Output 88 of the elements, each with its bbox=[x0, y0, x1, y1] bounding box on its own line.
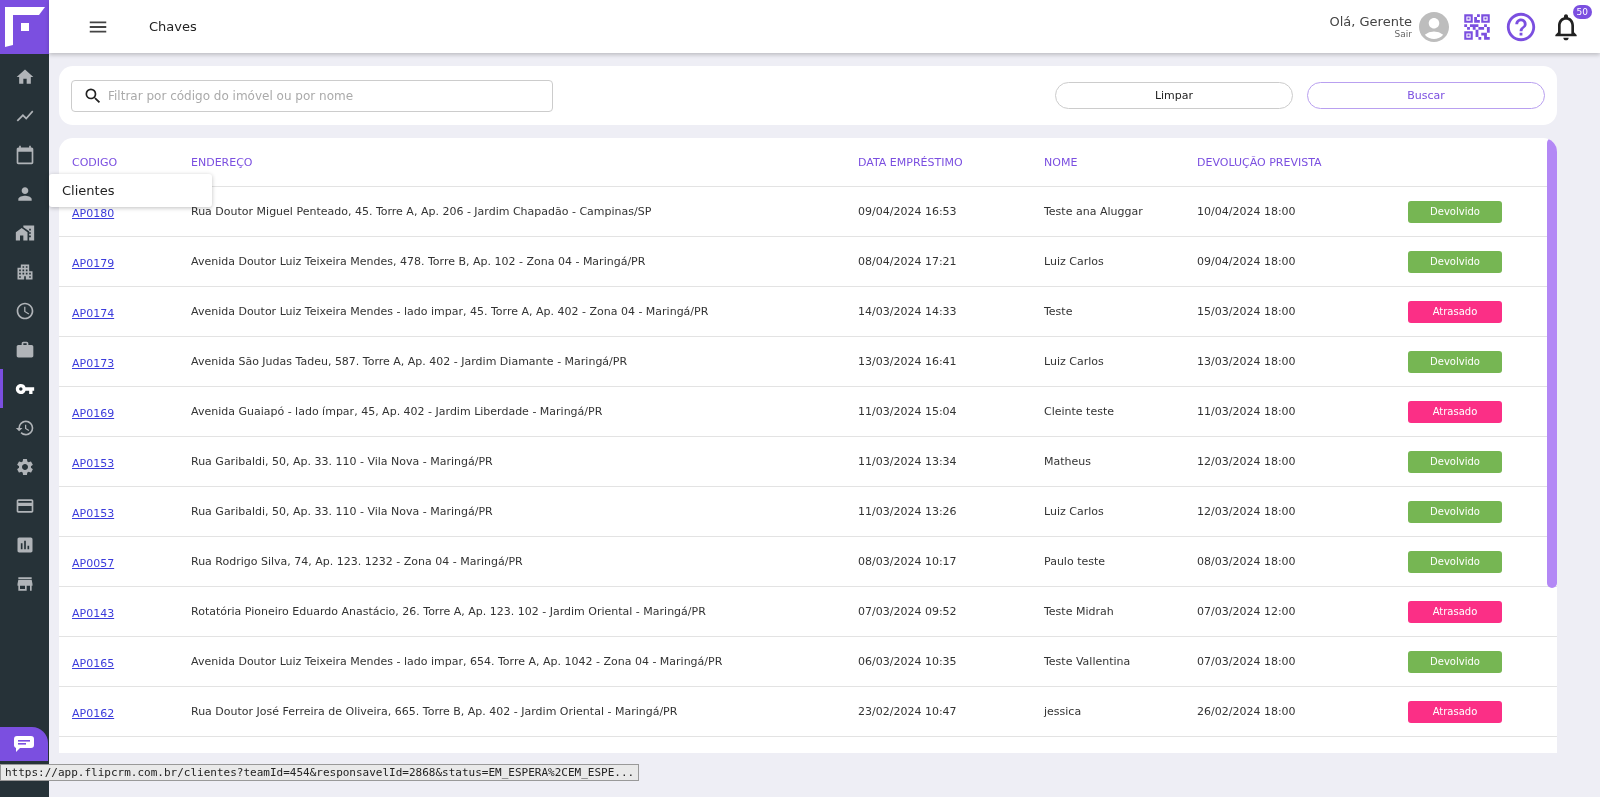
address-cell-text: Rotatória Pioneiro Eduardo Anastácio, 26. Torre A, Ap. 123. 102 - Jardim Oriental - Maringá/PR bbox=[191, 605, 707, 618]
address-cell-text: Avenida Doutor Luiz Teixeira Mendes - lado impar, 45. Torre A, Ap. 402 - Zona 04 - Maringá/PR bbox=[191, 305, 710, 318]
code-link[interactable]: AP0153 bbox=[72, 507, 115, 520]
code-link[interactable]: AP0165 bbox=[72, 657, 115, 670]
search-field[interactable]: Filtrar por código do imóvel ou por nome bbox=[71, 79, 553, 112]
name-cell-text: Luiz Carlos bbox=[1044, 505, 1105, 518]
address-cell-text: Avenida Doutor Luiz Teixeira Mendes - lado impar, 654. Torre A, Ap. 1042 - Zona 04 - Maringá/PR bbox=[191, 655, 724, 668]
name-cell-text: Paulo teste bbox=[1044, 555, 1107, 568]
date-cell-text: 14/03/2024 14:33 bbox=[858, 305, 958, 318]
date-cell-text: 13/03/2024 16:41 bbox=[858, 355, 958, 368]
date-cell-text: 06/03/2024 10:35 bbox=[858, 655, 958, 668]
date-cell-text: 07/03/2024 18:00 bbox=[1197, 655, 1297, 668]
code-link[interactable]: AP0174 bbox=[72, 307, 115, 320]
date-cell-text: 11/03/2024 15:04 bbox=[858, 405, 958, 418]
name-cell-text: Teste ana Aluggar bbox=[1044, 205, 1144, 218]
date-cell-text: 07/03/2024 09:52 bbox=[858, 605, 958, 618]
search-button[interactable]: Buscar bbox=[1307, 82, 1545, 109]
logo-icon bbox=[4, 7, 45, 47]
column-header: DATA EMPRÉSTIMO bbox=[858, 155, 964, 169]
date-cell-text: 15/03/2024 18:00 bbox=[1197, 305, 1297, 318]
status-badge: Devolvido bbox=[1408, 650, 1502, 673]
status-badge: Devolvido bbox=[1408, 450, 1502, 473]
name-cell-text: Luiz Carlos bbox=[1044, 255, 1105, 268]
page-title: Chaves bbox=[149, 19, 198, 34]
settings-icon bbox=[14, 456, 35, 477]
date-cell-text: 08/03/2024 10:17 bbox=[858, 555, 958, 568]
clear-button[interactable]: Limpar bbox=[1055, 82, 1293, 109]
greeting: Olá, Gerente bbox=[1329, 14, 1412, 29]
logout-link[interactable]: Sair bbox=[1394, 29, 1412, 39]
clock-icon bbox=[14, 300, 35, 321]
date-cell-text: 12/03/2024 18:00 bbox=[1197, 505, 1297, 518]
status-badge: Devolvido bbox=[1408, 250, 1502, 273]
tooltip: Clientes bbox=[49, 174, 212, 207]
column-header: CODIGO bbox=[72, 155, 119, 169]
date-cell-text: 08/04/2024 17:21 bbox=[858, 255, 958, 268]
status-badge: Atrasado bbox=[1408, 300, 1502, 323]
code-link[interactable]: AP0179 bbox=[72, 257, 115, 270]
notification-badge: 50 bbox=[1572, 4, 1592, 19]
date-cell-text: 23/02/2024 10:47 bbox=[858, 705, 958, 718]
date-cell-text: 07/03/2024 12:00 bbox=[1197, 605, 1297, 618]
chat-button[interactable] bbox=[0, 727, 48, 761]
status-badge: Devolvido bbox=[1408, 500, 1502, 523]
column-header: DEVOLUÇÃO PREVISTA bbox=[1197, 155, 1323, 169]
scrollbar[interactable] bbox=[1547, 138, 1557, 588]
name-cell-text: Cleinte teste bbox=[1044, 405, 1115, 418]
address-cell-text: Rua Garibaldi, 50, Ap. 33. 110 - Vila Nova - Maringá/PR bbox=[191, 455, 494, 468]
address-cell-text: Avenida Doutor Luiz Teixeira Mendes, 478. Torre B, Ap. 102 - Zona 04 - Maringá/PR bbox=[191, 255, 647, 268]
address-cell-text: Rua Rodrigo Silva, 74, Ap. 123. 1232 - Zona 04 - Maringá/PR bbox=[191, 555, 524, 568]
status-badge: Atrasado bbox=[1408, 600, 1502, 623]
code-link[interactable]: AP0143 bbox=[72, 607, 115, 620]
code-link[interactable]: AP0153 bbox=[72, 457, 115, 470]
code-link[interactable]: AP0162 bbox=[72, 707, 115, 720]
status-badge: Devolvido bbox=[1408, 200, 1502, 223]
name-cell-text: Teste Vallentina bbox=[1044, 655, 1132, 668]
name-cell-text: Luiz Carlos bbox=[1044, 355, 1105, 368]
status-badge: Atrasado bbox=[1408, 700, 1502, 723]
calendar-icon bbox=[14, 144, 35, 165]
address-cell-text: Rua Doutor Miguel Penteado, 45. Torre A, Ap. 206 - Jardim Chapadão - Campinas/SP bbox=[191, 205, 653, 218]
date-cell-text: 09/04/2024 18:00 bbox=[1197, 255, 1297, 268]
name-cell-text: Matheus bbox=[1044, 455, 1092, 468]
date-cell-text: 13/03/2024 18:00 bbox=[1197, 355, 1297, 368]
date-cell-text: 12/03/2024 18:00 bbox=[1197, 455, 1297, 468]
date-cell-text: 09/04/2024 16:53 bbox=[858, 205, 958, 218]
status-url: https://app.flipcrm.com.br/clientes?teamId=454&responsavelId=2868&status=EM_ESPERA%2CEM_ESPE... bbox=[0, 764, 640, 781]
code-link[interactable]: AP0173 bbox=[72, 357, 115, 370]
code-link[interactable]: AP0169 bbox=[72, 407, 115, 420]
status-badge: Devolvido bbox=[1408, 550, 1502, 573]
status-badge: Devolvido bbox=[1408, 350, 1502, 373]
address-cell-text: Rua Doutor José Ferreira de Oliveira, 665. Torre B, Ap. 402 - Jardim Oriental - Maringá/PR bbox=[191, 705, 679, 718]
address-cell-text: Avenida Guaiapó - lado ímpar, 45, Ap. 402 - Jardim Liberdade - Maringá/PR bbox=[191, 405, 604, 418]
status-badge: Atrasado bbox=[1408, 400, 1502, 423]
chat-icon bbox=[14, 736, 34, 752]
code-link[interactable]: AP0057 bbox=[72, 557, 115, 570]
name-cell-text: jessica bbox=[1044, 705, 1083, 718]
address-cell-text: Avenida São Judas Tadeu, 587. Torre A, Ap. 402 - Jardim Diamante - Maringá/PR bbox=[191, 355, 629, 368]
date-cell-text: 11/03/2024 13:34 bbox=[858, 455, 958, 468]
date-cell-text: 10/04/2024 18:00 bbox=[1197, 205, 1297, 218]
name-cell-text: Teste bbox=[1044, 305, 1074, 318]
date-cell-text: 11/03/2024 18:00 bbox=[1197, 405, 1297, 418]
column-header: NOME bbox=[1044, 155, 1079, 169]
name-cell-text: Teste Midrah bbox=[1044, 605, 1115, 618]
date-cell-text: 08/03/2024 18:00 bbox=[1197, 555, 1297, 568]
date-cell-text: 11/03/2024 13:26 bbox=[858, 505, 958, 518]
address-cell-text: Rua Garibaldi, 50, Ap. 33. 110 - Vila Nova - Maringá/PR bbox=[191, 505, 494, 518]
column-header: ENDEREÇO bbox=[191, 155, 254, 169]
date-cell-text: 26/02/2024 18:00 bbox=[1197, 705, 1297, 718]
briefcase-icon bbox=[14, 339, 35, 360]
code-link[interactable]: AP0180 bbox=[72, 207, 115, 220]
